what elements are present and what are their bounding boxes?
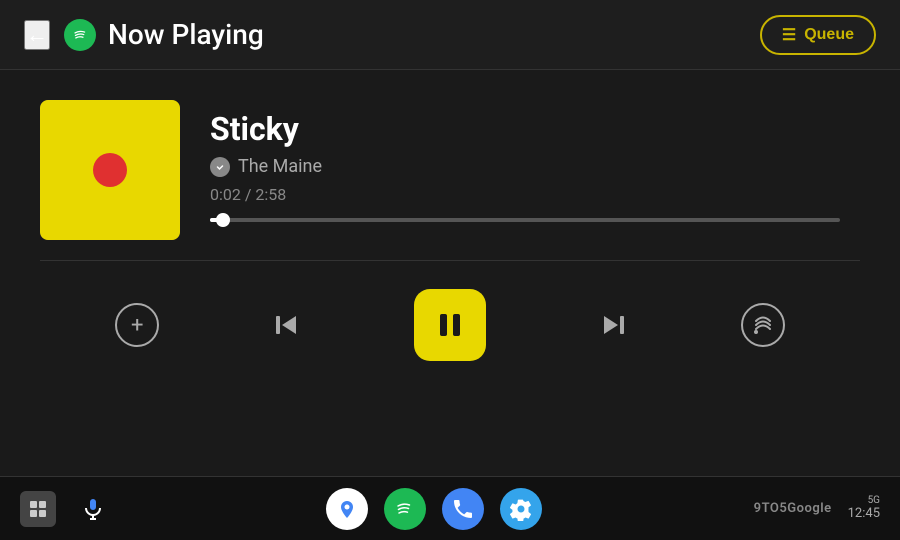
pause-button[interactable]	[414, 289, 486, 361]
watermark: 9TO5Google	[754, 501, 832, 516]
track-artist-row: The Maine	[210, 156, 840, 177]
album-art	[40, 100, 180, 240]
progress-bar-wrapper[interactable]	[210, 218, 840, 222]
taskbar-center	[114, 488, 754, 530]
progress-bar[interactable]	[210, 218, 840, 222]
track-time: 0:02 / 2:58	[210, 185, 840, 204]
cast-button[interactable]	[741, 303, 785, 347]
queue-button[interactable]: ☰ Queue	[760, 15, 876, 55]
next-button[interactable]	[596, 308, 630, 342]
playback-controls: +	[0, 261, 900, 389]
mic-icon[interactable]	[72, 488, 114, 530]
artist-name: The Maine	[238, 156, 322, 177]
header: ← Now Playing ☰ Queue	[0, 0, 900, 70]
queue-label: Queue	[804, 26, 854, 44]
track-details: Sticky The Maine 0:02 / 2:58	[210, 100, 840, 222]
verified-icon	[210, 157, 230, 177]
page-title: Now Playing	[108, 18, 760, 51]
track-info: Sticky The Maine 0:02 / 2:58	[40, 100, 860, 240]
taskbar: 9TO5Google 5G 12:45	[0, 476, 900, 540]
signal-badge: 5G	[868, 495, 880, 506]
spotify-icon	[64, 19, 96, 51]
queue-icon: ☰	[782, 25, 796, 45]
back-button[interactable]: ←	[24, 20, 50, 50]
grid-icon[interactable]	[20, 491, 56, 527]
previous-button[interactable]	[270, 308, 304, 342]
phone-app-icon[interactable]	[442, 488, 484, 530]
settings-app-icon[interactable]	[500, 488, 542, 530]
progress-thumb	[216, 213, 230, 227]
taskbar-right: 9TO5Google 5G 12:45	[754, 495, 880, 522]
time-display: 12:45	[848, 506, 880, 522]
taskbar-left	[20, 488, 114, 530]
add-button[interactable]: +	[115, 303, 159, 347]
spotify-app-icon[interactable]	[384, 488, 426, 530]
add-icon: +	[131, 313, 143, 338]
main-content: Sticky The Maine 0:02 / 2:58	[0, 70, 900, 260]
maps-app-icon[interactable]	[326, 488, 368, 530]
track-title: Sticky	[210, 110, 840, 148]
album-art-dot	[93, 153, 127, 187]
